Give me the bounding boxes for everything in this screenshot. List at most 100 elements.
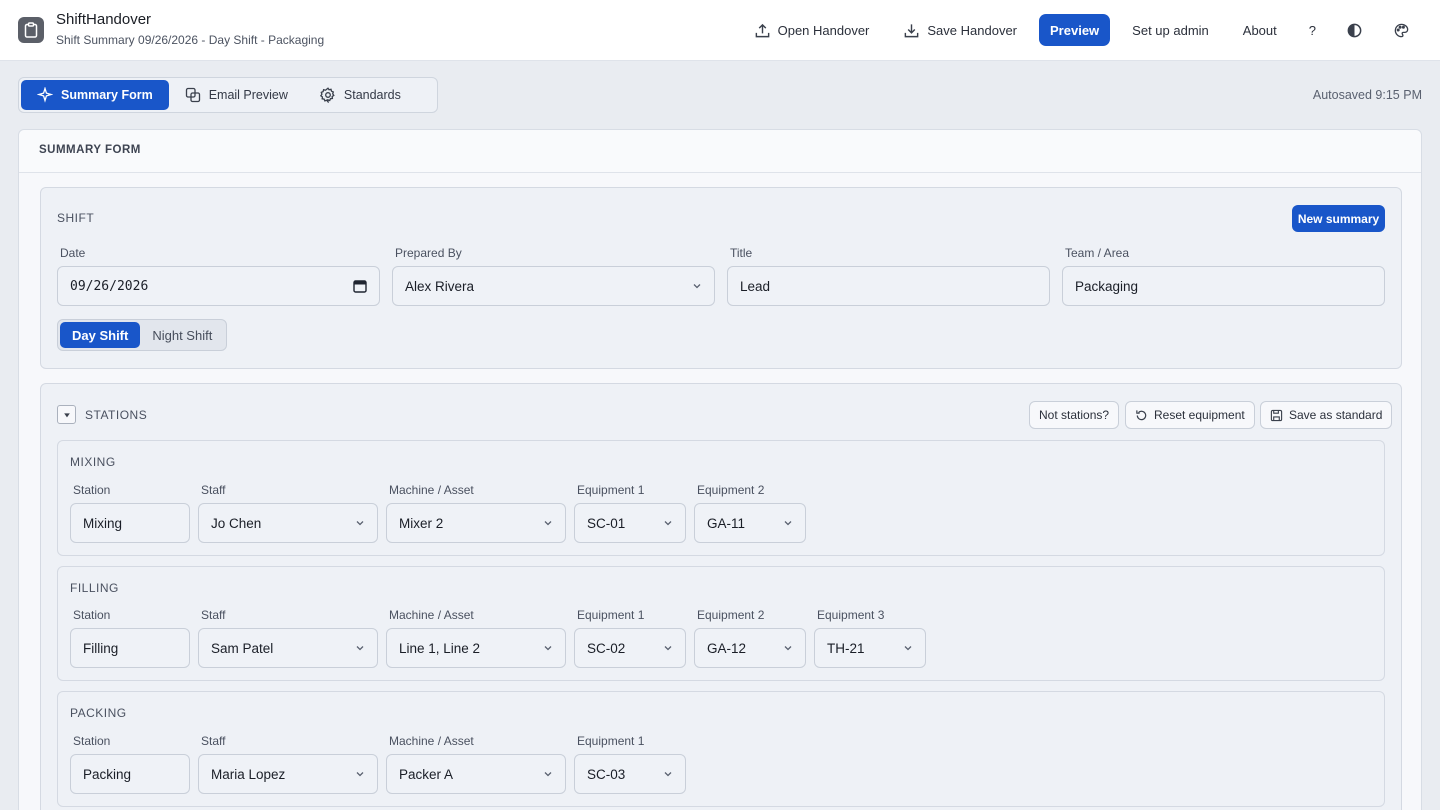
help-button[interactable]: ? (1299, 14, 1326, 46)
machine-select[interactable]: Line 1, Line 2 (386, 628, 566, 668)
view-tabs: Summary Form Email Preview Standards (18, 77, 438, 113)
prepared-by-value: Alex Rivera (405, 278, 475, 294)
day-shift-option[interactable]: Day Shift (60, 322, 141, 348)
about-button[interactable]: About (1231, 14, 1289, 46)
machine-select[interactable]: Mixer 2 (386, 503, 566, 543)
calendar-icon (353, 280, 367, 293)
setup-admin-button[interactable]: Set up admin (1120, 14, 1221, 46)
machine-value: Line 1, Line 2 (399, 640, 481, 656)
staff-label: Staff (201, 734, 226, 748)
gear-icon (319, 87, 335, 103)
station-name-input[interactable]: Packing (70, 754, 190, 794)
station-label: Station (73, 608, 111, 622)
equipment-1-label: Equipment 1 (577, 483, 645, 497)
date-input[interactable]: 09/26/2026 (57, 266, 380, 306)
staff-select[interactable]: Sam Patel (198, 628, 378, 668)
palette-button[interactable] (1383, 14, 1420, 46)
clipboard-icon (18, 17, 44, 43)
save-as-standard-button[interactable]: Save as standard (1260, 401, 1393, 429)
collapse-stations-toggle[interactable] (57, 405, 76, 424)
machine-label: Machine / Asset (389, 483, 474, 497)
station-name-input[interactable]: Mixing (70, 503, 190, 543)
equipment-1-select[interactable]: SC-02 (574, 628, 686, 668)
chevron-down-icon (784, 521, 792, 526)
station-name-value: Filling (83, 640, 119, 656)
open-handover-label: Open Handover (777, 22, 870, 38)
team-area-label: Team / Area (1065, 246, 1130, 260)
top-actions: Open Handover Save Handover Preview Set … (732, 14, 1420, 46)
equipment-2-select[interactable]: GA-12 (694, 628, 806, 668)
equipment-2-select[interactable]: GA-11 (694, 503, 806, 543)
chevron-down-icon (544, 772, 552, 777)
chevron-down-icon (356, 646, 364, 651)
night-shift-option[interactable]: Night Shift (140, 322, 224, 348)
title-label: Title (730, 246, 753, 260)
prepared-by-select[interactable]: Alex Rivera (392, 266, 715, 306)
save-icon (1270, 409, 1283, 421)
chevron-down-icon (664, 646, 672, 651)
autosave-status: Autosaved 9:15 PM (1312, 88, 1422, 102)
chevron-down-icon (356, 772, 364, 777)
machine-select[interactable]: Packer A (386, 754, 566, 794)
station-name-value: Mixing (83, 515, 123, 531)
station-card-mixing: MIXING Station Mixing Staff Jo Chen Mach… (57, 440, 1385, 556)
preview-button[interactable]: Preview (1039, 14, 1111, 46)
machine-value: Packer A (399, 766, 454, 782)
chevron-down-icon (544, 646, 552, 651)
shift-type-toggle: Day Shift Night Shift (57, 319, 228, 351)
title-input[interactable]: Lead (727, 266, 1050, 306)
date-value: 09/26/2026 (70, 278, 149, 294)
station-name-input[interactable]: Filling (70, 628, 190, 668)
station-heading: PACKING (70, 706, 127, 720)
team-area-input[interactable]: Packaging (1062, 266, 1385, 306)
equipment-2-label: Equipment 2 (697, 608, 765, 622)
stations-section: STATIONS Not stations? Reset equipment S… (40, 383, 1402, 810)
equipment-1-label: Equipment 1 (577, 734, 645, 748)
staff-label: Staff (201, 608, 226, 622)
reset-equipment-button[interactable]: Reset equipment (1125, 401, 1255, 429)
download-icon (905, 23, 919, 37)
prepared-by-label: Prepared By (395, 246, 462, 260)
station-name-value: Packing (83, 766, 132, 782)
equipment-1-select[interactable]: SC-01 (574, 503, 686, 543)
save-handover-button[interactable]: Save Handover (891, 14, 1029, 46)
equipment-1-select[interactable]: SC-03 (574, 754, 686, 794)
card-title: SUMMARY FORM (19, 130, 1421, 173)
copy-icon (185, 87, 200, 103)
theme-toggle-button[interactable] (1336, 14, 1373, 46)
equipment-3-select[interactable]: TH-21 (814, 628, 926, 668)
save-handover-label: Save Handover (927, 22, 1018, 38)
stations-section-label: STATIONS (85, 408, 148, 422)
reset-equipment-label: Reset equipment (1154, 408, 1245, 422)
upload-icon (755, 23, 769, 37)
equipment-2-label: Equipment 2 (697, 483, 765, 497)
chevron-down-icon (664, 772, 672, 777)
machine-label: Machine / Asset (389, 608, 474, 622)
equipment-1-label: Equipment 1 (577, 608, 645, 622)
not-stations-button[interactable]: Not stations? (1029, 401, 1120, 429)
machine-label: Machine / Asset (389, 734, 474, 748)
staff-value: Jo Chen (211, 515, 262, 531)
sparkle-icon (37, 87, 53, 103)
machine-value: Mixer 2 (399, 515, 444, 531)
shift-section-label: SHIFT (57, 211, 95, 225)
triangle-down-icon (63, 412, 70, 417)
staff-label: Staff (201, 483, 226, 497)
new-summary-button[interactable]: New summary (1292, 205, 1385, 232)
app-title: ShiftHandover (56, 11, 152, 28)
shift-section: SHIFT New summary Date 09/26/2026 Prepar… (40, 187, 1402, 369)
staff-select[interactable]: Jo Chen (198, 503, 378, 543)
staff-value: Maria Lopez (211, 766, 286, 782)
station-card-packing: PACKING Station Packing Staff Maria Lope… (57, 691, 1385, 807)
equipment-1-value: SC-03 (587, 766, 626, 782)
station-card-filling: FILLING Station Filling Staff Sam Patel … (57, 566, 1385, 681)
tab-standards[interactable]: Standards (304, 80, 417, 110)
summary-form-card: SUMMARY FORM SHIFT New summary Date 09/2… (18, 129, 1422, 810)
palette-icon (1394, 23, 1409, 37)
tab-email-preview[interactable]: Email Preview (169, 80, 304, 110)
reset-icon (1136, 409, 1147, 420)
tab-summary-form[interactable]: Summary Form (21, 80, 169, 110)
staff-select[interactable]: Maria Lopez (198, 754, 378, 794)
equipment-3-value: TH-21 (827, 640, 865, 656)
open-handover-button[interactable]: Open Handover (742, 14, 882, 46)
